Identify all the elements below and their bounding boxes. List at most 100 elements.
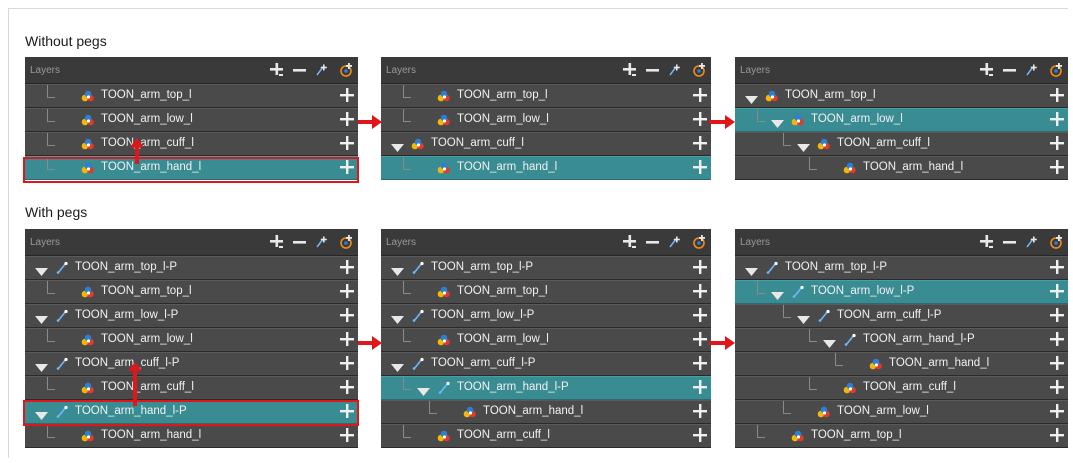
- layer-row[interactable]: TOON_arm_hand_l-P: [735, 328, 1068, 352]
- layer-properties-icon[interactable]: [338, 62, 354, 78]
- add-child-icon[interactable]: [1050, 260, 1064, 279]
- add-layer-icon[interactable]: [980, 63, 994, 77]
- delete-layer-icon[interactable]: [646, 235, 659, 249]
- add-child-icon[interactable]: [693, 88, 707, 107]
- add-child-icon[interactable]: [693, 308, 707, 327]
- layer-row[interactable]: TOON_arm_cuff_l: [25, 132, 358, 156]
- layer-row[interactable]: TOON_arm_low_l: [735, 400, 1068, 424]
- add-child-icon[interactable]: [340, 428, 354, 447]
- add-child-icon[interactable]: [1050, 404, 1064, 423]
- add-child-icon[interactable]: [693, 332, 707, 351]
- add-child-icon[interactable]: [340, 308, 354, 327]
- delete-layer-icon[interactable]: [293, 235, 306, 249]
- layer-row[interactable]: TOON_arm_cuff_l: [381, 132, 711, 156]
- add-child-icon[interactable]: [693, 380, 707, 399]
- layer-row[interactable]: TOON_arm_low_l-P: [381, 304, 711, 328]
- delete-layer-icon[interactable]: [646, 63, 659, 77]
- add-child-icon[interactable]: [693, 404, 707, 423]
- layer-row[interactable]: TOON_arm_top_l-P: [735, 256, 1068, 280]
- add-child-icon[interactable]: [340, 260, 354, 279]
- layer-row[interactable]: TOON_arm_low_l: [381, 108, 711, 132]
- peg-layer-icon: [55, 261, 69, 280]
- layer-row[interactable]: TOON_arm_cuff_l: [735, 376, 1068, 400]
- layer-properties-icon[interactable]: [1048, 62, 1064, 78]
- layer-row[interactable]: TOON_arm_cuff_l-P: [381, 352, 711, 376]
- layer-name: TOON_arm_cuff_l: [431, 137, 524, 149]
- layer-row[interactable]: TOON_arm_cuff_l-P: [735, 304, 1068, 328]
- add-child-icon[interactable]: [340, 332, 354, 351]
- add-layer-icon[interactable]: [270, 63, 284, 77]
- layer-row[interactable]: TOON_arm_low_l: [735, 108, 1068, 132]
- layer-row[interactable]: TOON_arm_top_l: [735, 424, 1068, 448]
- layer-row[interactable]: TOON_arm_hand_l: [25, 156, 358, 180]
- layer-row[interactable]: TOON_arm_low_l-P: [735, 280, 1068, 304]
- layer-row[interactable]: TOON_arm_low_l: [25, 108, 358, 132]
- layer-properties-icon[interactable]: [338, 234, 354, 250]
- tree-connector: [47, 437, 55, 438]
- delete-layer-icon[interactable]: [293, 63, 306, 77]
- add-child-icon[interactable]: [693, 160, 707, 179]
- add-child-icon[interactable]: [1050, 380, 1064, 399]
- add-peg-icon[interactable]: [1025, 63, 1039, 77]
- add-child-icon[interactable]: [693, 428, 707, 447]
- add-child-icon[interactable]: [693, 136, 707, 155]
- add-peg-icon[interactable]: [315, 235, 329, 249]
- add-peg-icon[interactable]: [668, 235, 682, 249]
- add-child-icon[interactable]: [693, 284, 707, 303]
- layer-row[interactable]: TOON_arm_top_l: [381, 84, 711, 108]
- layer-row[interactable]: TOON_arm_top_l-P: [25, 256, 358, 280]
- add-child-icon[interactable]: [340, 112, 354, 131]
- layer-row[interactable]: TOON_arm_hand_l: [735, 156, 1068, 180]
- add-child-icon[interactable]: [693, 356, 707, 375]
- layer-row[interactable]: TOON_arm_top_l: [381, 280, 711, 304]
- add-peg-icon[interactable]: [668, 63, 682, 77]
- layer-row[interactable]: TOON_arm_low_l: [25, 328, 358, 352]
- layer-row[interactable]: TOON_arm_top_l-P: [381, 256, 711, 280]
- layer-row[interactable]: TOON_arm_top_l: [25, 280, 358, 304]
- add-layer-icon[interactable]: [623, 235, 637, 249]
- add-layer-icon[interactable]: [623, 63, 637, 77]
- delete-layer-icon[interactable]: [1003, 235, 1016, 249]
- add-peg-icon[interactable]: [315, 63, 329, 77]
- layer-properties-icon[interactable]: [691, 62, 707, 78]
- layer-row[interactable]: TOON_arm_hand_l-P: [381, 376, 711, 400]
- add-child-icon[interactable]: [340, 88, 354, 107]
- layer-row[interactable]: TOON_arm_hand_l: [381, 156, 711, 180]
- layers-panel-p1: Layers TOON_arm_top_l TOON_arm_low_l TOON_a…: [25, 57, 358, 180]
- layer-row[interactable]: TOON_arm_hand_l: [735, 352, 1068, 376]
- layer-row[interactable]: TOON_arm_hand_l: [25, 424, 358, 448]
- add-child-icon[interactable]: [1050, 356, 1064, 375]
- layer-row[interactable]: TOON_arm_cuff_l: [381, 424, 711, 448]
- layer-row[interactable]: TOON_arm_low_l: [381, 328, 711, 352]
- add-child-icon[interactable]: [1050, 136, 1064, 155]
- add-child-icon[interactable]: [1050, 332, 1064, 351]
- layer-properties-icon[interactable]: [691, 234, 707, 250]
- add-child-icon[interactable]: [340, 404, 354, 423]
- layer-row[interactable]: TOON_arm_low_l-P: [25, 304, 358, 328]
- add-child-icon[interactable]: [693, 112, 707, 131]
- add-peg-icon[interactable]: [1025, 235, 1039, 249]
- add-layer-icon[interactable]: [270, 235, 284, 249]
- add-layer-icon[interactable]: [980, 235, 994, 249]
- add-child-icon[interactable]: [1050, 88, 1064, 107]
- layer-row[interactable]: TOON_arm_cuff_l: [735, 132, 1068, 156]
- add-child-icon[interactable]: [1050, 428, 1064, 447]
- layer-row[interactable]: TOON_arm_cuff_l: [25, 376, 358, 400]
- add-child-icon[interactable]: [340, 160, 354, 179]
- add-child-icon[interactable]: [1050, 308, 1064, 327]
- layer-row[interactable]: TOON_arm_top_l: [735, 84, 1068, 108]
- add-child-icon[interactable]: [693, 260, 707, 279]
- layer-properties-icon[interactable]: [1048, 234, 1064, 250]
- add-child-icon[interactable]: [340, 356, 354, 375]
- layer-row[interactable]: TOON_arm_top_l: [25, 84, 358, 108]
- add-child-icon[interactable]: [340, 284, 354, 303]
- add-child-icon[interactable]: [1050, 112, 1064, 131]
- layer-row[interactable]: TOON_arm_hand_l: [381, 400, 711, 424]
- layer-row[interactable]: TOON_arm_hand_l-P: [25, 400, 358, 424]
- layer-row[interactable]: TOON_arm_cuff_l-P: [25, 352, 358, 376]
- delete-layer-icon[interactable]: [1003, 63, 1016, 77]
- add-child-icon[interactable]: [340, 380, 354, 399]
- add-child-icon[interactable]: [1050, 160, 1064, 179]
- add-child-icon[interactable]: [1050, 284, 1064, 303]
- add-child-icon[interactable]: [340, 136, 354, 155]
